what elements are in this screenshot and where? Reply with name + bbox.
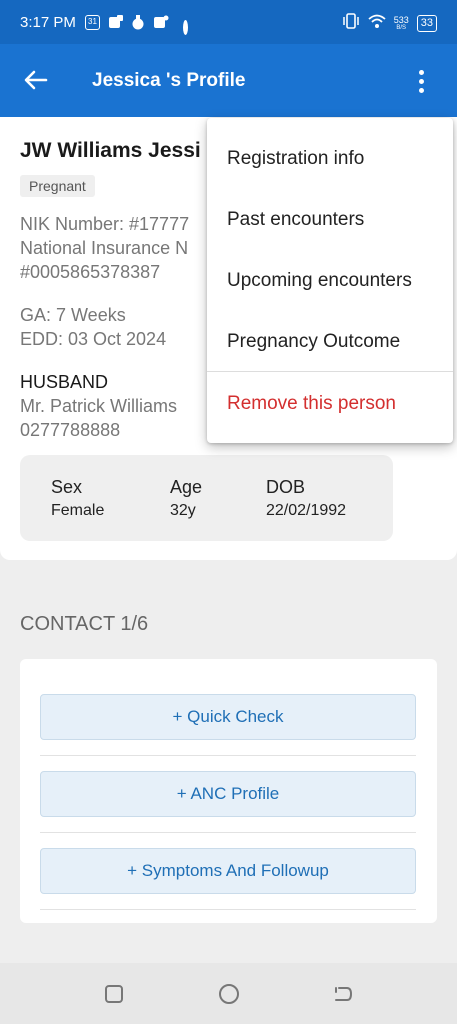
age-column: Age 32y bbox=[170, 477, 202, 520]
calendar-icon: 31 bbox=[85, 15, 100, 30]
page-title: Jessica 's Profile bbox=[92, 70, 246, 91]
dob-value: 22/02/1992 bbox=[266, 502, 347, 519]
sex-value: Female bbox=[51, 502, 105, 519]
insurance-label: National Insurance N bbox=[20, 238, 189, 258]
divider bbox=[40, 832, 416, 833]
menu-item-past-encounters[interactable]: Past encounters bbox=[227, 209, 364, 231]
husband-phone: 0277788888 bbox=[20, 420, 121, 440]
network-speed-value: 533 bbox=[393, 14, 409, 25]
more-notifications-dot bbox=[183, 20, 188, 35]
more-vertical-icon[interactable] bbox=[411, 70, 431, 94]
divider bbox=[40, 909, 416, 910]
dob-label: DOB bbox=[266, 477, 306, 497]
system-nav-bar bbox=[0, 963, 457, 1024]
anc-profile-button[interactable]: + ANC Profile bbox=[40, 771, 416, 817]
husband-label: HUSBAND bbox=[20, 372, 109, 392]
contact-card: + Quick Check + ANC Profile + Symptoms A… bbox=[20, 659, 437, 923]
status-badge: Pregnant bbox=[20, 175, 95, 197]
status-bar: 3:17 PM 31 533 B/S 33 bbox=[0, 0, 457, 44]
app-notification-icon bbox=[153, 15, 169, 30]
gestational-age: GA: 7 Weeks bbox=[20, 305, 126, 325]
battery-icon: 33 bbox=[416, 15, 437, 32]
patient-name: JW Williams Jessi bbox=[20, 139, 201, 162]
recent-apps-icon[interactable] bbox=[105, 985, 123, 1003]
status-right-group: 533 B/S 33 bbox=[342, 13, 437, 34]
nik-number: NIK Number: #17777 bbox=[20, 214, 190, 234]
menu-item-registration-info[interactable]: Registration info bbox=[227, 148, 364, 170]
dob-column: DOB 22/02/1992 bbox=[266, 477, 346, 520]
symptoms-followup-button[interactable]: + Symptoms And Followup bbox=[40, 848, 416, 894]
status-time: 3:17 PM bbox=[20, 14, 76, 31]
contact-title: CONTACT 1/6 bbox=[20, 613, 149, 635]
app-bar: Jessica 's Profile bbox=[0, 44, 457, 117]
app-notification-icon bbox=[131, 15, 145, 30]
quick-check-button[interactable]: + Quick Check bbox=[40, 694, 416, 740]
overflow-menu: Registration info Past encounters Upcomi… bbox=[207, 118, 453, 443]
menu-item-remove-person[interactable]: Remove this person bbox=[227, 393, 396, 415]
sex-label: Sex bbox=[51, 477, 83, 497]
age-value: 32y bbox=[170, 502, 196, 519]
network-speed-unit: B/S bbox=[396, 24, 407, 31]
arrow-left-icon[interactable] bbox=[22, 66, 50, 94]
menu-item-pregnancy-outcome[interactable]: Pregnancy Outcome bbox=[227, 331, 400, 353]
network-speed: 533 B/S bbox=[393, 14, 409, 32]
vibrate-icon bbox=[342, 13, 360, 34]
menu-divider bbox=[207, 371, 453, 372]
wifi-icon bbox=[368, 14, 386, 34]
insurance-number: #0005865378387 bbox=[20, 262, 161, 282]
home-icon[interactable] bbox=[219, 984, 239, 1004]
demographics-box: Sex Female Age 32y DOB 22/02/1992 bbox=[20, 455, 393, 541]
back-icon[interactable] bbox=[332, 983, 354, 1005]
sex-column: Sex Female bbox=[51, 477, 104, 520]
divider bbox=[40, 755, 416, 756]
age-label: Age bbox=[170, 477, 203, 497]
app-notification-icon bbox=[108, 15, 124, 30]
menu-item-upcoming-encounters[interactable]: Upcoming encounters bbox=[227, 270, 412, 292]
expected-delivery-date: EDD: 03 Oct 2024 bbox=[20, 329, 167, 349]
husband-name: Mr. Patrick Williams bbox=[20, 396, 177, 416]
